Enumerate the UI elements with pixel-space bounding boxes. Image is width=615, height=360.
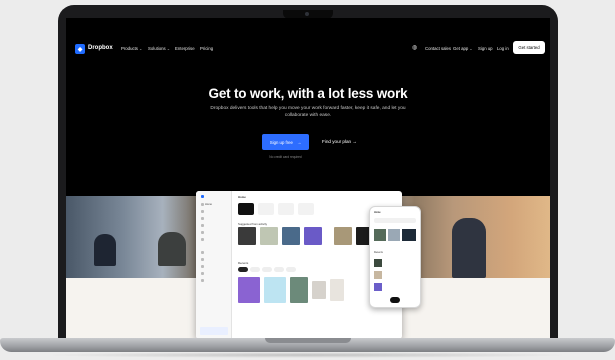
nav-log-in[interactable]: Log in xyxy=(497,46,509,51)
file-thumb xyxy=(282,227,300,245)
filter-chip xyxy=(238,267,248,272)
nav-get-app[interactable]: Get app⌄ xyxy=(453,46,473,51)
phone-preview: Home Recents xyxy=(369,206,421,308)
gallery-item xyxy=(238,277,260,303)
nav-solutions[interactable]: Solutions⌄ xyxy=(148,46,170,51)
filter-chip xyxy=(286,267,296,272)
phone-thumb xyxy=(402,229,416,241)
gallery-item xyxy=(264,277,286,303)
sidebar-item xyxy=(201,231,205,234)
dropbox-logo-icon[interactable]: ◆ xyxy=(75,44,85,54)
nav-contact-sales[interactable]: Contact sales xyxy=(425,46,451,51)
edit-tile xyxy=(298,203,314,215)
arrow-right-icon: → xyxy=(296,139,302,145)
sidebar-item xyxy=(201,224,205,227)
laptop-hinge xyxy=(265,338,351,343)
create-tile xyxy=(238,203,254,215)
camera-icon xyxy=(305,12,309,16)
sidebar-item xyxy=(201,210,205,213)
file-thumb xyxy=(334,227,352,245)
gallery-item xyxy=(312,281,326,299)
sidebar-item xyxy=(201,279,205,282)
brand-name[interactable]: Dropbox xyxy=(88,45,113,51)
chevron-down-icon: ⌄ xyxy=(469,46,473,51)
laptop-shadow xyxy=(40,352,575,358)
phone-recents-label: Recents xyxy=(374,251,383,254)
filter-chip xyxy=(262,267,272,272)
chevron-down-icon: ⌄ xyxy=(166,46,171,51)
nav-products[interactable]: Products⌄ xyxy=(121,46,142,51)
sidebar-logo-icon xyxy=(201,195,205,198)
person-photo xyxy=(452,218,486,278)
sign-up-free-button[interactable]: Sign up free → xyxy=(262,134,309,150)
file-thumb xyxy=(238,227,256,245)
upgrade-box xyxy=(200,327,228,335)
phone-heading: Home xyxy=(374,211,381,214)
recents-label: Recents xyxy=(238,261,249,265)
sidebar-item xyxy=(201,217,205,220)
top-nav: ◆ Dropbox Products⌄ Solutions⌄ Enterpris… xyxy=(66,18,550,54)
browser-screen: ◆ Dropbox Products⌄ Solutions⌄ Enterpris… xyxy=(66,18,550,340)
app-sidebar: Home xyxy=(196,191,232,339)
sidebar-item xyxy=(201,272,205,275)
suggested-label: Suggested from activity xyxy=(238,222,268,226)
sidebar-item xyxy=(201,265,205,268)
nav-pricing[interactable]: Pricing xyxy=(200,46,213,51)
person-photo xyxy=(94,234,116,266)
phone-thumb xyxy=(388,229,400,241)
phone-list-thumb xyxy=(374,283,382,291)
filter-chip xyxy=(250,267,260,272)
globe-icon[interactable]: ◍ xyxy=(412,44,417,51)
sidebar-item xyxy=(201,238,205,241)
person-photo xyxy=(158,232,186,266)
sidebar-item xyxy=(201,258,205,261)
no-credit-card-note: No credit card required xyxy=(269,155,302,159)
app-heading: Home xyxy=(238,195,246,199)
sidebar-item: Home xyxy=(201,203,212,206)
arrow-right-icon: → xyxy=(352,139,357,144)
phone-thumb xyxy=(374,229,386,241)
phone-list-thumb xyxy=(374,259,382,267)
chevron-down-icon: ⌄ xyxy=(138,46,143,51)
hero-title: Get to work, with a lot less work xyxy=(208,86,408,101)
gallery-item xyxy=(330,279,344,301)
phone-search xyxy=(374,218,416,223)
upload-tile xyxy=(258,203,274,215)
get-started-button[interactable]: Get started xyxy=(513,41,545,54)
folder-tile xyxy=(278,203,294,215)
find-your-plan-link[interactable]: Find your plan → xyxy=(322,139,357,144)
file-thumb xyxy=(304,227,322,245)
sidebar-item xyxy=(201,251,205,254)
file-thumb xyxy=(260,227,278,245)
filter-chip xyxy=(274,267,284,272)
nav-sign-up[interactable]: Sign up xyxy=(478,46,493,51)
phone-add-button xyxy=(390,297,400,303)
phone-list-thumb xyxy=(374,271,382,279)
nav-enterprise[interactable]: Enterprise xyxy=(175,46,195,51)
gallery-item xyxy=(290,277,308,303)
hero-subtitle: Dropbox delivers tools that help you mov… xyxy=(210,106,406,118)
